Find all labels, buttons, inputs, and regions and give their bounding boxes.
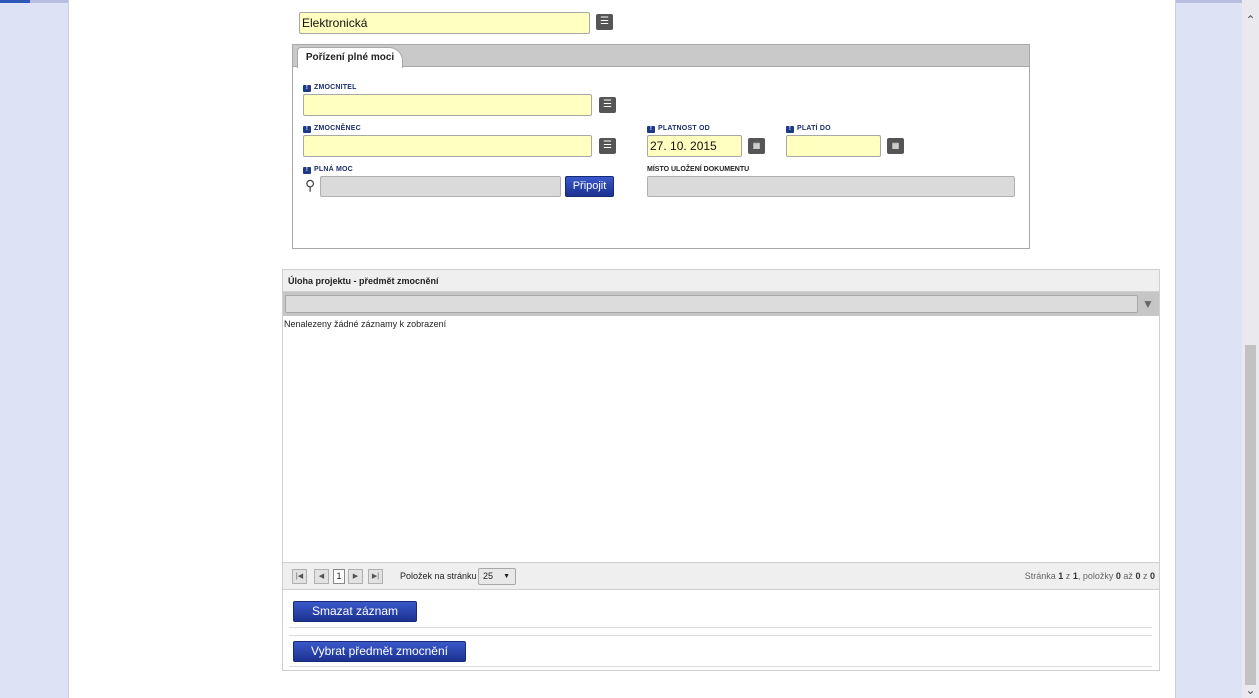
prev-page-icon[interactable]: ◀ bbox=[314, 569, 329, 584]
required-icon: ! bbox=[647, 126, 655, 133]
scroll-up-icon[interactable]: ⌃ bbox=[1242, 12, 1259, 28]
divider bbox=[289, 635, 1152, 636]
scroll-down-icon[interactable]: ⌄ bbox=[1242, 682, 1259, 698]
grid-title: Úloha projektu - předmět zmocnění bbox=[283, 270, 1159, 292]
filter-row: ▼ bbox=[283, 292, 1159, 316]
paperclip-icon: ⚲ bbox=[305, 177, 316, 193]
required-icon: ! bbox=[303, 85, 311, 92]
pripojit-button[interactable]: Připojit bbox=[565, 176, 614, 197]
misto-ulozeni-label: MÍSTO ULOŽENÍ DOKUMENTU bbox=[647, 166, 750, 173]
list-icon[interactable]: ☰ bbox=[599, 97, 616, 113]
funnel-icon[interactable]: ▼ bbox=[1142, 295, 1154, 313]
required-icon: ! bbox=[303, 126, 311, 133]
delete-record-button[interactable]: Smazat záznam bbox=[293, 601, 417, 622]
zmocnitel-input[interactable] bbox=[303, 94, 592, 116]
tab-bar: Pořízení plné moci bbox=[293, 45, 1029, 68]
zmocnenec-input[interactable] bbox=[303, 135, 592, 157]
divider bbox=[289, 627, 1152, 628]
per-page-select[interactable]: 25 ▼ bbox=[478, 568, 516, 585]
type-input[interactable]: Elektronická bbox=[299, 12, 590, 34]
plna-moc-label: ! PLNÁ MOC bbox=[303, 166, 353, 174]
type-value: Elektronická bbox=[302, 16, 368, 30]
chevron-down-icon: ▼ bbox=[503, 573, 510, 580]
scrollbar-thumb[interactable] bbox=[1245, 345, 1256, 685]
vertical-scrollbar[interactable]: ⌃ ⌄ bbox=[1242, 0, 1259, 698]
misto-ulozeni-input[interactable] bbox=[647, 176, 1015, 197]
calendar-icon[interactable]: ▦ bbox=[748, 138, 765, 154]
tab-porizeni-plne-moci[interactable]: Pořízení plné moci bbox=[297, 47, 403, 68]
platnost-od-input[interactable]: 27. 10. 2015 bbox=[647, 135, 742, 157]
current-page[interactable]: 1 bbox=[333, 569, 345, 584]
platnost-od-label: ! PLATNOST OD bbox=[647, 125, 710, 133]
calendar-icon[interactable]: ▦ bbox=[887, 138, 904, 154]
required-icon: ! bbox=[786, 126, 794, 133]
next-page-icon[interactable]: ▶ bbox=[348, 569, 363, 584]
plati-do-input[interactable] bbox=[786, 135, 881, 157]
last-page-icon[interactable]: ▶| bbox=[368, 569, 383, 584]
zmocnenec-label: ! ZMOCNĚNEC bbox=[303, 125, 361, 133]
per-page-label: Položek na stránku bbox=[400, 571, 477, 581]
pager: |◀ ◀ 1 ▶ ▶| Položek na stránku 25 ▼ Strán… bbox=[283, 562, 1159, 590]
filter-input[interactable] bbox=[285, 295, 1138, 313]
pager-status: Stránka 1 z 1, položky 0 až 0 z 0 bbox=[1024, 571, 1155, 581]
zmocnitel-label: ! ZMOCNITEL bbox=[303, 84, 357, 92]
plna-moc-file-input[interactable] bbox=[320, 176, 561, 197]
empty-message: Nenalezeny žádné záznamy k zobrazení bbox=[284, 319, 447, 329]
list-icon[interactable]: ☰ bbox=[596, 14, 613, 30]
divider bbox=[289, 666, 1152, 667]
tab-strip-segment bbox=[0, 0, 30, 3]
select-subject-button[interactable]: Vybrat předmět zmocnění bbox=[293, 641, 466, 662]
first-page-icon[interactable]: |◀ bbox=[292, 569, 307, 584]
required-icon: ! bbox=[303, 167, 311, 174]
plati-do-label: ! PLATÍ DO bbox=[786, 125, 831, 133]
list-icon[interactable]: ☰ bbox=[599, 138, 616, 154]
